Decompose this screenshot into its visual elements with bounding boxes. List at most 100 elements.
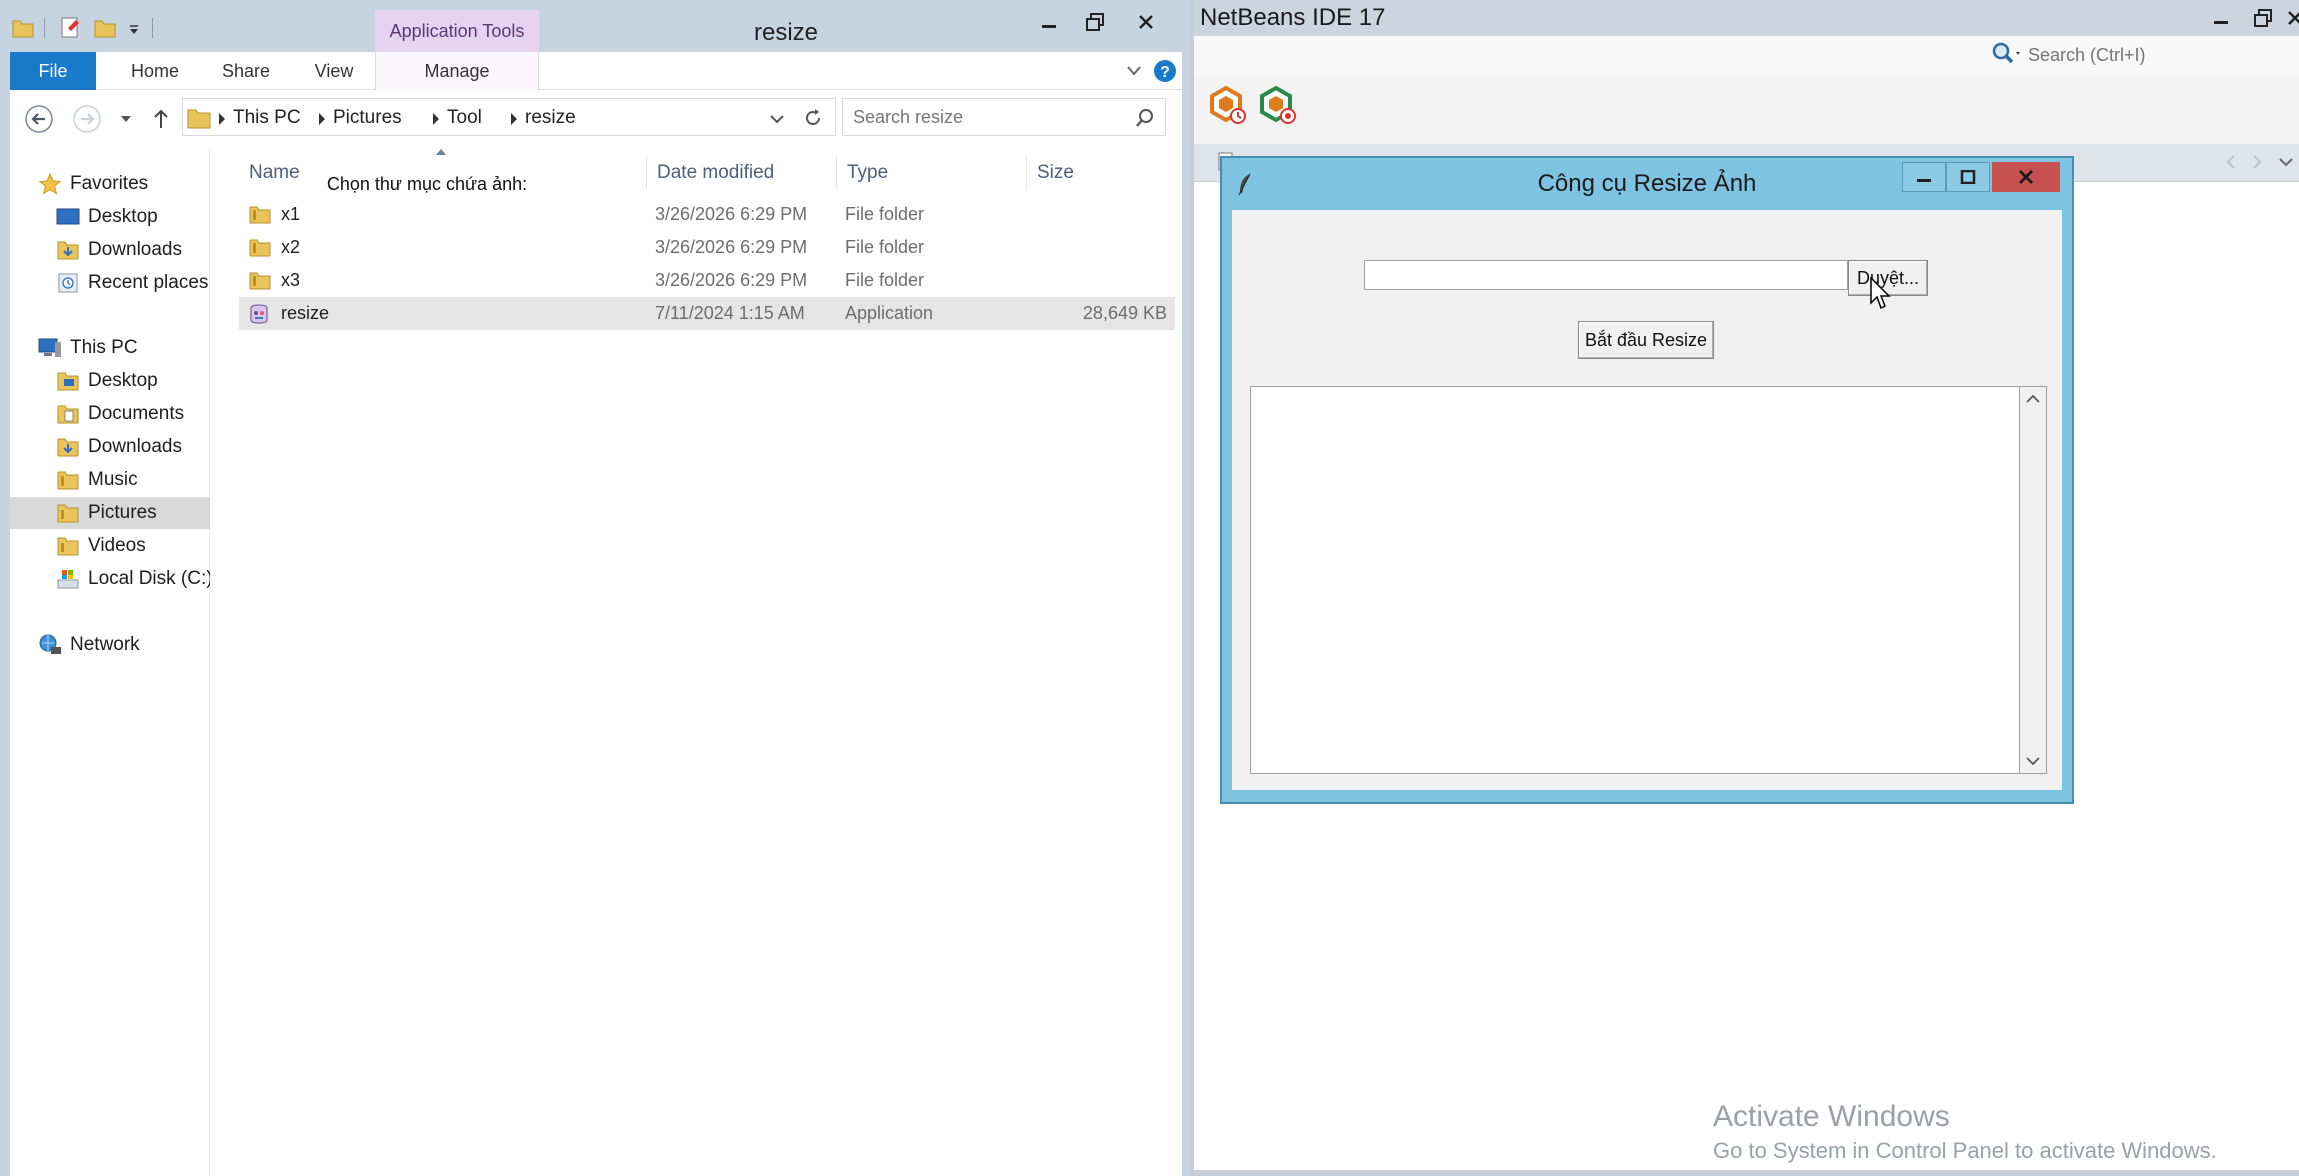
search-icon <box>1136 109 1153 127</box>
dialog-maximize-button[interactable] <box>1946 162 1990 192</box>
up-icon[interactable] <box>152 108 170 130</box>
explorer-restore-button[interactable] <box>1072 4 1118 40</box>
folder-prompt-text: Chọn thư mục chứa ảnh: <box>326 174 528 194</box>
qat-divider <box>152 18 153 38</box>
back-icon[interactable] <box>24 104 54 134</box>
netbeans-close-button[interactable] <box>2284 2 2299 34</box>
restore-icon <box>2254 9 2272 27</box>
scroll-up-icon <box>2026 394 2040 403</box>
qat-dropdown-icon[interactable] <box>128 24 140 36</box>
search-icon[interactable] <box>1990 40 2024 70</box>
nav-item-music[interactable]: Music <box>10 464 210 496</box>
nav-label: Recent places <box>88 272 209 293</box>
ribbon-expand-icon[interactable] <box>1126 64 1142 78</box>
nav-item-recent-places[interactable]: Recent places <box>10 267 210 299</box>
file-row[interactable]: resize 7/11/2024 1:15 AM Application 28,… <box>239 297 1175 330</box>
column-header-type[interactable]: Type <box>837 156 1027 190</box>
properties-icon[interactable] <box>60 16 82 40</box>
attach-profiler-icon[interactable] <box>1256 84 1300 128</box>
nav-item-pc-downloads[interactable]: Downloads <box>10 431 210 463</box>
recent-locations-icon[interactable] <box>120 114 132 124</box>
watermark-subtitle: Go to System in Control Panel to activat… <box>1713 1138 2217 1163</box>
netbeans-title: NetBeans IDE 17 <box>1200 4 1386 31</box>
tab-file[interactable]: File <box>10 52 96 90</box>
file-date: 7/11/2024 1:15 AM <box>655 303 805 323</box>
file-row[interactable]: x3 3/26/2026 6:29 PM File folder <box>239 264 1175 297</box>
tab-share[interactable]: Share <box>200 52 292 90</box>
sort-ascending-icon <box>436 149 446 155</box>
breadcrumb-pictures[interactable]: Pictures <box>333 107 402 129</box>
downloads-folder-icon <box>57 438 79 457</box>
nav-item-local-disk[interactable]: Local Disk (C:) <box>10 563 210 595</box>
netbeans-bottom-border <box>1194 1170 2299 1176</box>
file-name: resize <box>281 303 330 323</box>
file-date: 3/26/2026 6:29 PM <box>655 270 808 290</box>
documents-folder-icon <box>57 405 79 424</box>
nav-label: Documents <box>88 403 185 424</box>
qat-divider <box>44 18 45 38</box>
chevron-right-icon <box>219 113 225 125</box>
videos-folder-icon <box>57 537 79 556</box>
folder-path-input[interactable] <box>1364 260 1848 290</box>
file-name: x1 <box>281 204 301 224</box>
nav-label: Downloads <box>88 239 182 260</box>
search-input[interactable] <box>853 104 1123 130</box>
file-type: Application <box>845 303 934 323</box>
nav-item-documents[interactable]: Documents <box>10 398 210 430</box>
network-icon <box>39 634 61 654</box>
nav-label: Pictures <box>88 502 157 523</box>
folder-icon <box>12 20 34 38</box>
tab-manage[interactable]: Manage <box>375 52 539 90</box>
tab-home[interactable]: Home <box>110 52 200 90</box>
nav-item-videos[interactable]: Videos <box>10 530 210 562</box>
contextual-tab-application-tools: Application Tools <box>375 10 539 52</box>
netbeans-toolbar <box>1194 76 2299 144</box>
netbeans-search-input[interactable] <box>2028 40 2298 70</box>
breadcrumb-resize[interactable]: resize <box>525 107 576 129</box>
file-list: Name Date modified Type Size x1 3/26/202… <box>211 148 1182 1176</box>
scroll-down-icon <box>2026 757 2040 766</box>
nav-label: Videos <box>88 535 146 556</box>
nav-item-pictures[interactable]: Pictures <box>10 497 210 529</box>
file-row[interactable]: x2 3/26/2026 6:29 PM File folder <box>239 231 1175 264</box>
dialog-close-button[interactable] <box>1992 162 2060 192</box>
start-resize-button[interactable]: Bắt đầu Resize <box>1578 321 1714 359</box>
close-icon <box>1139 15 1153 29</box>
refresh-icon <box>806 109 820 125</box>
nav-item-desktop[interactable]: Desktop <box>10 201 210 233</box>
nav-this-pc[interactable]: This PC <box>10 332 210 364</box>
file-row[interactable]: x1 3/26/2026 6:29 PM File folder <box>239 198 1175 231</box>
navigation-pane: Favorites Desktop Downloads Recent place… <box>10 148 210 1176</box>
breadcrumb-tool[interactable]: Tool <box>447 107 482 129</box>
log-scrollbar[interactable] <box>2019 386 2047 774</box>
tab-view[interactable]: View <box>292 52 376 90</box>
nav-label: Desktop <box>88 206 158 227</box>
computer-icon <box>38 338 61 357</box>
help-icon[interactable]: ? <box>1152 58 1178 84</box>
explorer-close-button[interactable] <box>1118 4 1174 40</box>
netbeans-restore-button[interactable] <box>2242 2 2284 34</box>
address-bar[interactable]: This PC Pictures Tool resize <box>182 98 836 136</box>
search-box[interactable] <box>842 98 1166 136</box>
breadcrumb-this-pc[interactable]: This PC <box>233 107 301 129</box>
chevron-down-icon <box>2279 158 2293 167</box>
new-folder-icon[interactable] <box>94 18 116 38</box>
forward-icon[interactable] <box>72 104 102 134</box>
netbeans-minimize-button[interactable] <box>2200 2 2242 34</box>
minimize-icon <box>1917 179 1931 182</box>
nav-network[interactable]: Network <box>10 629 210 661</box>
chevron-right-icon <box>2253 155 2262 169</box>
maximize-icon <box>1960 170 1976 184</box>
explorer-minimize-button[interactable] <box>1026 4 1072 40</box>
dialog-minimize-button[interactable] <box>1902 162 1946 192</box>
log-textarea[interactable] <box>1250 386 2025 774</box>
chevron-left-icon <box>2226 155 2235 169</box>
nav-item-downloads[interactable]: Downloads <box>10 234 210 266</box>
column-header-size[interactable]: Size <box>1027 156 1153 190</box>
netbeans-titlebar: NetBeans IDE 17 <box>1194 0 2299 36</box>
mouse-cursor-icon <box>1870 277 1891 310</box>
nav-item-pc-desktop[interactable]: Desktop <box>10 365 210 397</box>
chevron-right-icon <box>319 113 325 125</box>
profile-project-icon[interactable] <box>1206 84 1250 128</box>
file-date: 3/26/2026 6:29 PM <box>655 204 808 224</box>
